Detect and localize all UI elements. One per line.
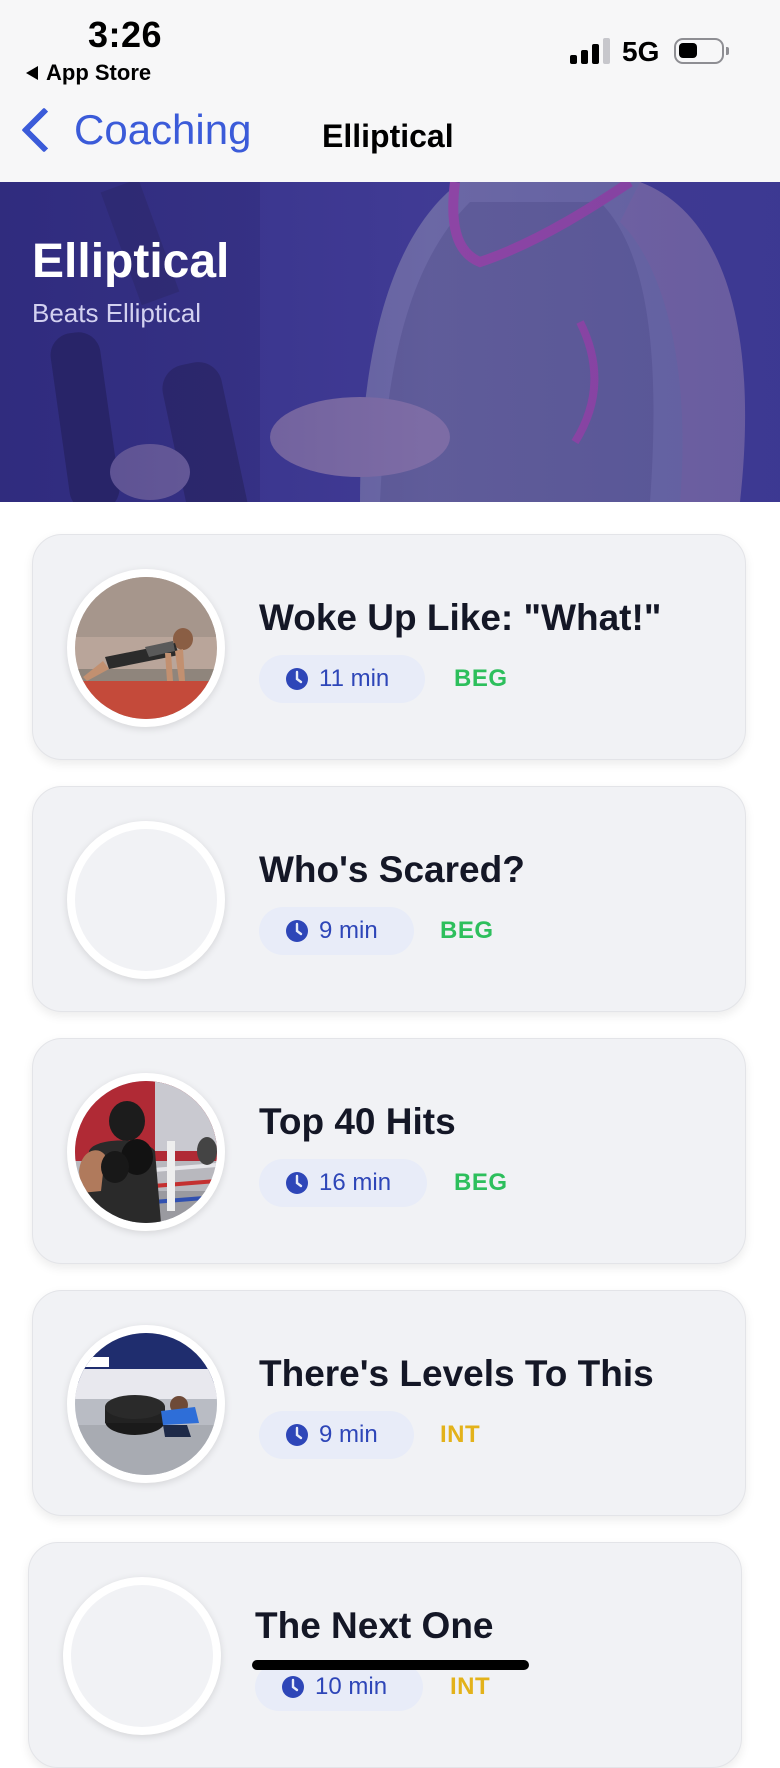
level-badge: BEG [454,1169,508,1196]
boxing-photo [75,1081,217,1223]
back-button-label: Coaching [74,106,252,153]
workout-title: Woke Up Like: "What!" [259,597,662,638]
level-badge: INT [440,1421,481,1448]
level-badge: BEG [454,665,508,692]
tire-photo [75,1333,217,1475]
level-badge: INT [450,1673,491,1700]
duration-text: 16 min [319,1169,392,1196]
duration-text: 10 min [315,1673,388,1700]
workout-thumbnail [67,1325,225,1483]
workout-thumbnail [63,1577,221,1735]
duration-pill: 9 min [259,1411,414,1459]
workout-title: There's Levels To This [259,1353,654,1394]
clock-icon [282,1676,304,1698]
battery-icon [674,38,729,64]
clock-icon [286,1172,308,1194]
status-bar: 3:26 App Store 5G [0,0,780,92]
nav-title: Elliptical [322,118,454,154]
workout-thumbnail [67,821,225,979]
workout-thumbnail [67,1073,225,1231]
workout-card[interactable]: The Next One 10 min INT [28,1542,742,1768]
hero-banner: Elliptical Beats Elliptical [0,182,780,502]
back-button[interactable]: Coaching [16,106,251,154]
clock-icon [286,668,308,690]
hero-overlay [0,182,780,502]
workout-thumbnail [67,569,225,727]
workout-card[interactable]: There's Levels To This 9 min INT [32,1290,746,1516]
workout-card[interactable]: Top 40 Hits 16 min BEG [32,1038,746,1264]
duration-text: 9 min [319,1421,378,1448]
home-indicator[interactable] [252,1660,529,1670]
duration-text: 11 min [319,665,390,692]
back-app-label: App Store [46,60,152,85]
clock-icon [286,1424,308,1446]
status-time: 3:26 [88,14,163,55]
duration-pill: 9 min [259,907,414,955]
duration-text: 9 min [319,917,378,944]
cellular-signal-icon [570,38,612,64]
workout-card[interactable]: Woke Up Like: "What!" 11 min BEG [32,534,746,760]
clock-icon [286,920,308,942]
hero-title: Elliptical [32,235,230,288]
back-triangle-icon [26,66,38,80]
workout-title: Top 40 Hits [259,1101,456,1142]
chevron-left-icon [21,107,67,153]
plank-photo [75,577,217,719]
duration-pill: 11 min [259,655,426,703]
workout-card[interactable]: Who's Scared? 9 min BEG [32,786,746,1012]
navigation-bar: Coaching Elliptical [0,92,780,182]
level-badge: BEG [440,917,494,944]
workout-title: The Next One [255,1605,494,1646]
duration-pill: 10 min [255,1663,424,1711]
workout-title: Who's Scared? [259,849,525,890]
hero-subtitle: Beats Elliptical [32,298,202,328]
duration-pill: 16 min [259,1159,428,1207]
network-type: 5G [622,36,660,67]
back-to-app-link[interactable]: App Store [26,60,151,86]
